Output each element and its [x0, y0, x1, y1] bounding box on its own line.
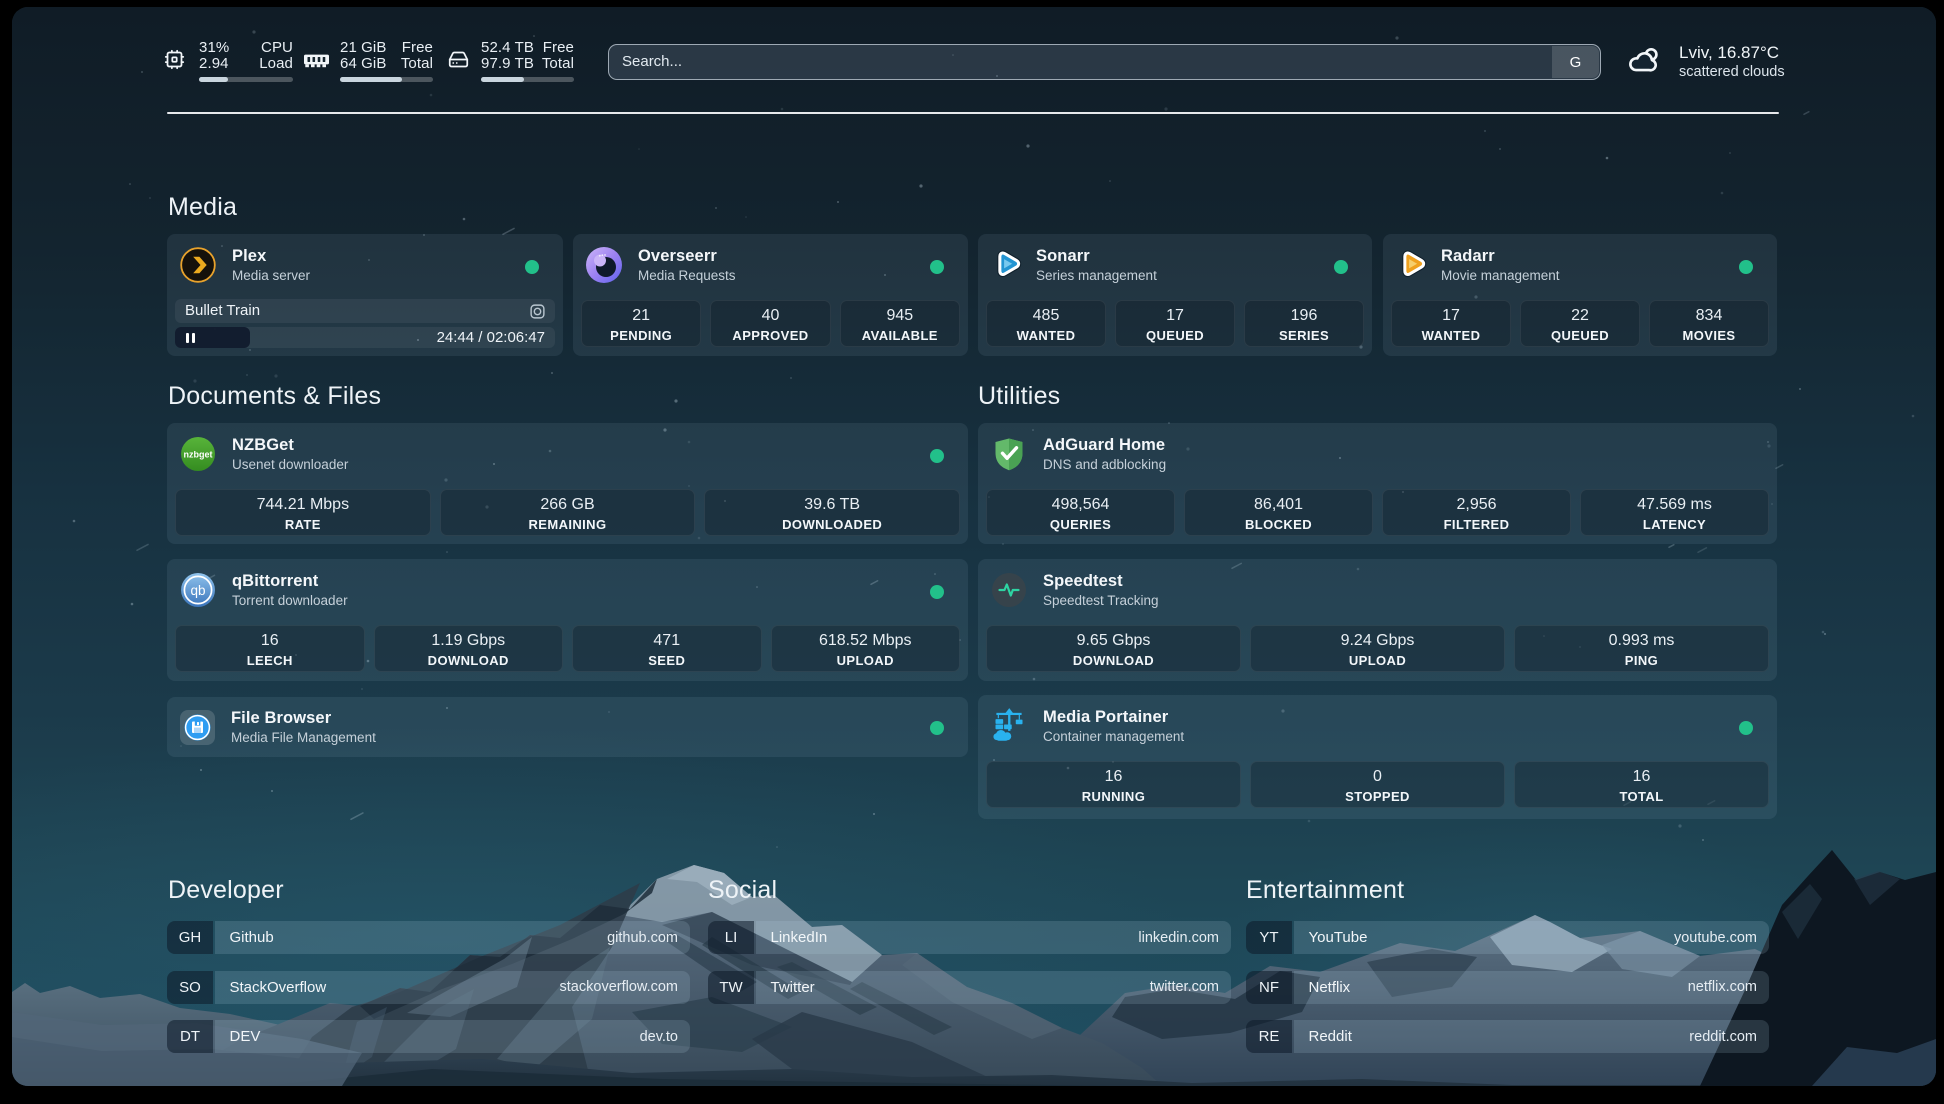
- svg-text:nzbget: nzbget: [184, 450, 213, 460]
- svg-text:qb: qb: [190, 583, 205, 598]
